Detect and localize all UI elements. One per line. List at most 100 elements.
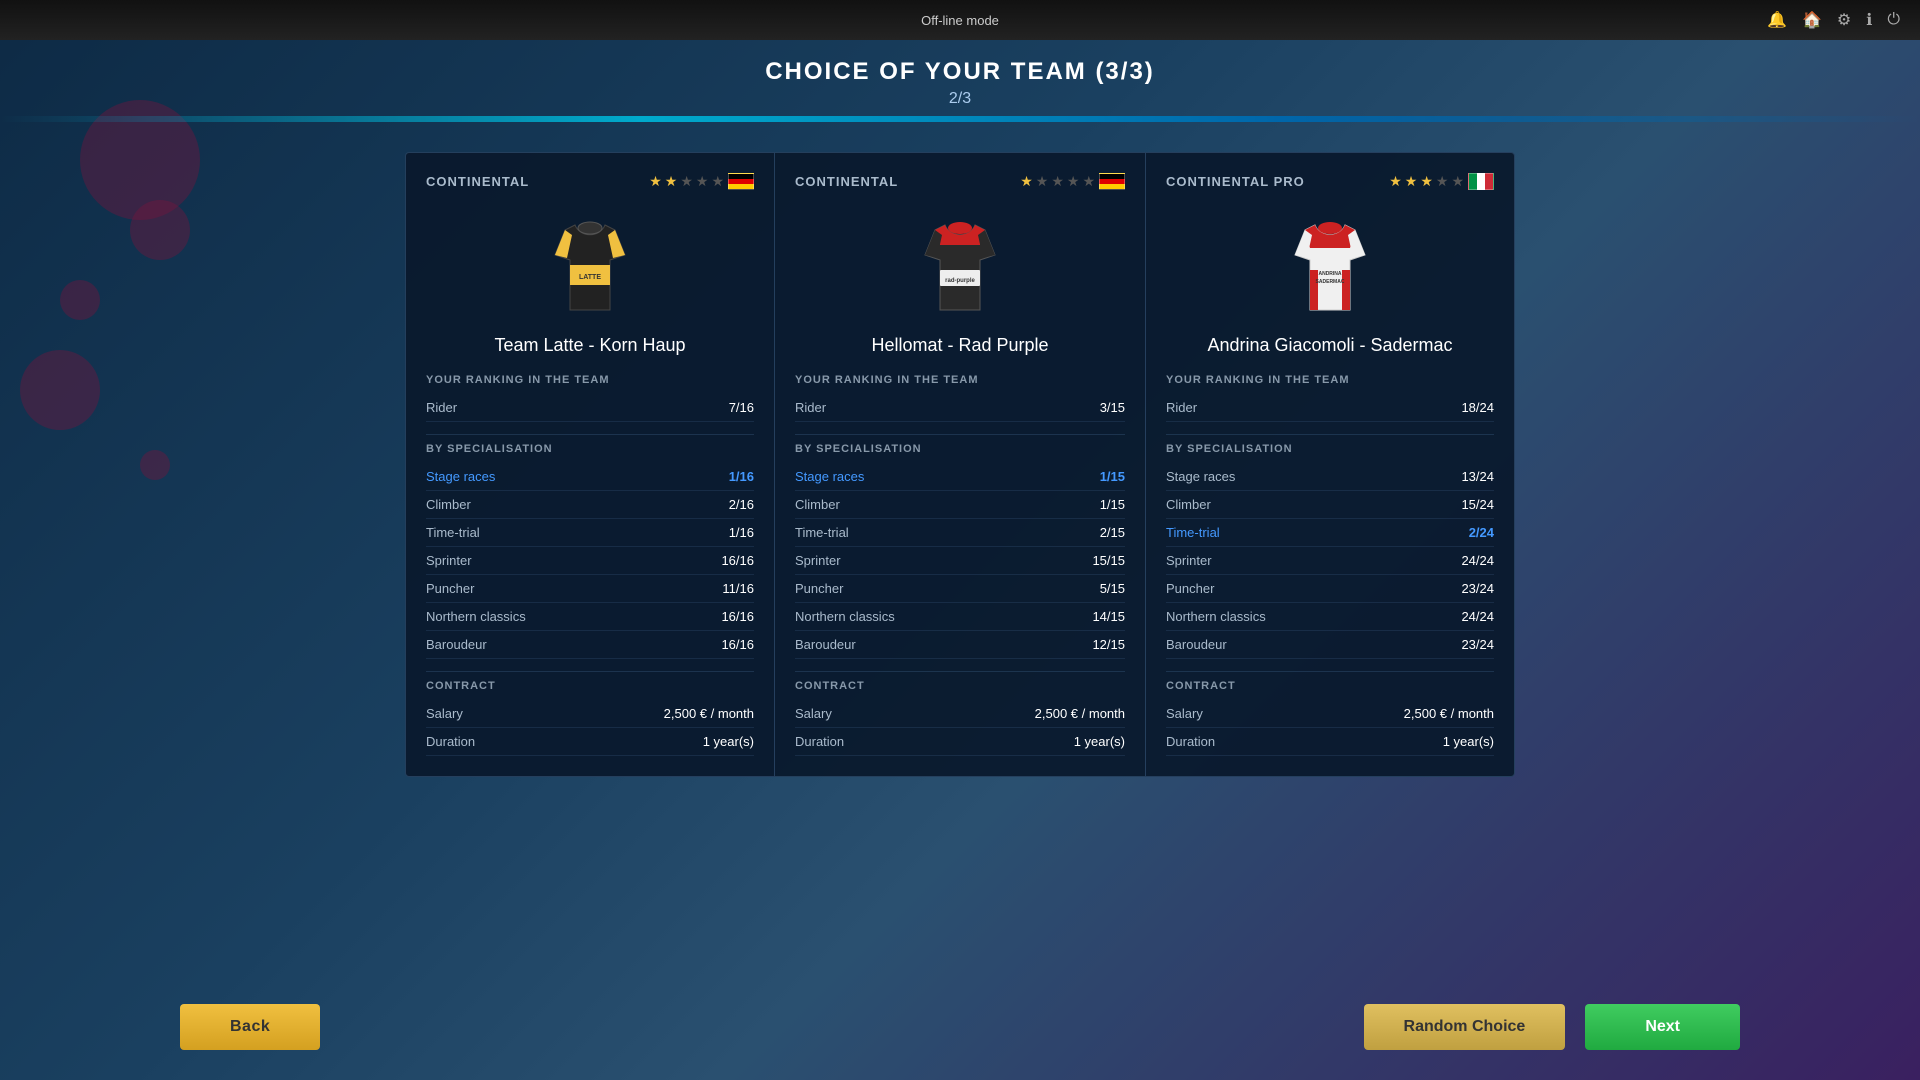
spec-row-1-1: Climber 2/16 [426,491,754,519]
duration-label-2: Duration [795,734,844,749]
jersey-svg-3: ANDRINA SADERMAC [1285,210,1375,320]
spec-label: Puncher [1166,581,1214,596]
spec-label: Stage races [1166,469,1235,484]
duration-value-3: 1 year(s) [1443,734,1494,749]
divider-1a [426,434,754,435]
spec-row-1-0: Stage races 1/16 [426,463,754,491]
svg-text:ANDRINA: ANDRINA [1318,271,1341,277]
spec-value: 5/15 [1100,581,1125,596]
salary-value-3: 2,500 € / month [1404,706,1494,721]
top-bar: Off-line mode 🔔 🏠 ⚙ ℹ ⏻ [0,0,1920,40]
spec-value: 16/16 [721,609,754,624]
spec-row-2-0: Stage races 1/15 [795,463,1125,491]
spec-value: 1/16 [729,525,754,540]
offline-mode-label: Off-line mode [921,13,999,28]
back-button[interactable]: Back [180,1004,320,1050]
spec-label: Puncher [795,581,843,596]
spec-label: Climber [426,497,471,512]
salary-label-2: Salary [795,706,832,721]
salary-label-3: Salary [1166,706,1203,721]
star: ★ [711,173,724,190]
divider-1b [426,671,754,672]
spec-label: Baroudeur [426,637,487,652]
spec-title-1: BY SPECIALISATION [426,443,754,455]
ranking-title-2: YOUR RANKING IN THE TEAM [795,374,1125,386]
spec-label: Time-trial [1166,525,1220,540]
spec-value: 12/15 [1092,637,1125,652]
team-card-1[interactable]: CONTINENTAL ★ ★ ★ ★ ★ [405,152,775,777]
star: ★ [1405,173,1418,190]
spec-value: 23/24 [1461,581,1494,596]
spec-value: 1/15 [1100,469,1125,484]
ranking-title-1: YOUR RANKING IN THE TEAM [426,374,754,386]
spec-title-3: BY SPECIALISATION [1166,443,1494,455]
spec-label: Time-trial [426,525,480,540]
ranking-row-2: Rider 3/15 [795,394,1125,422]
random-choice-button[interactable]: Random Choice [1364,1004,1566,1050]
stars-3: ★ ★ ★ ★ ★ [1389,173,1464,190]
svg-text:SADERMAC: SADERMAC [1316,279,1345,285]
flag-italy-3 [1468,173,1494,190]
rider-label-1: Rider [426,400,457,415]
spec-row-3-2: Time-trial 2/24 [1166,519,1494,547]
spec-value: 14/15 [1092,609,1125,624]
salary-value-1: 2,500 € / month [664,706,754,721]
spec-row-1-4: Puncher 11/16 [426,575,754,603]
spec-row-3-1: Climber 15/24 [1166,491,1494,519]
duration-label-3: Duration [1166,734,1215,749]
star: ★ [1436,173,1449,190]
spec-label: Baroudeur [795,637,856,652]
spec-row-1-5: Northern classics 16/16 [426,603,754,631]
contract-title-3: CONTRACT [1166,680,1494,692]
top-bar-icons: 🔔 🏠 ⚙ ℹ ⏻ [1767,10,1900,30]
svg-text:LATTE: LATTE [579,274,601,281]
spec-label: Time-trial [795,525,849,540]
spec-value: 11/16 [722,581,754,596]
spec-row-2-2: Time-trial 2/15 [795,519,1125,547]
decoration-bar [0,116,1920,122]
spec-label: Baroudeur [1166,637,1227,652]
flag-germany-1 [728,173,754,190]
salary-label-1: Salary [426,706,463,721]
jersey-area-2: rad-purple [795,205,1125,325]
svg-text:rad-purple: rad-purple [945,278,975,284]
title-area: CHOICE OF YOUR TEAM (3/3) 2/3 [0,40,1920,116]
spec-label: Stage races [795,469,864,484]
spec-row-2-5: Northern classics 14/15 [795,603,1125,631]
spec-value: 1/15 [1100,497,1125,512]
spec-value: 2/15 [1100,525,1125,540]
spec-value: 2/24 [1469,525,1494,540]
jersey-svg-1: LATTE [545,210,635,320]
team-cards-container: CONTINENTAL ★ ★ ★ ★ ★ [0,132,1920,797]
star: ★ [1420,173,1433,190]
team-name-3: Andrina Giacomoli - Sadermac [1166,335,1494,356]
spec-value: 13/24 [1461,469,1494,484]
salary-value-2: 2,500 € / month [1035,706,1125,721]
bottom-bar: Back Random Choice Next [0,1004,1920,1050]
bell-icon[interactable]: 🔔 [1767,10,1787,30]
contract-title-2: CONTRACT [795,680,1125,692]
stars-2: ★ ★ ★ ★ ★ [1020,173,1095,190]
divider-3b [1166,671,1494,672]
star: ★ [1082,173,1095,190]
spec-row-3-5: Northern classics 24/24 [1166,603,1494,631]
star: ★ [1020,173,1033,190]
team-card-2[interactable]: CONTINENTAL ★ ★ ★ ★ ★ r [775,152,1145,777]
spec-row-2-4: Puncher 5/15 [795,575,1125,603]
spec-value: 1/16 [729,469,754,484]
info-icon[interactable]: ℹ [1866,10,1872,30]
spec-row-2-3: Sprinter 15/15 [795,547,1125,575]
flag-germany-2 [1099,173,1125,190]
power-icon[interactable]: ⏻ [1887,11,1900,29]
home-icon[interactable]: 🏠 [1802,10,1822,30]
star: ★ [665,173,678,190]
stars-1: ★ ★ ★ ★ ★ [649,173,724,190]
salary-row-1: Salary 2,500 € / month [426,700,754,728]
team-card-3[interactable]: CONTINENTAL PRO ★ ★ ★ ★ ★ [1145,152,1515,777]
spec-label: Stage races [426,469,495,484]
next-button[interactable]: Next [1585,1004,1740,1050]
gear-icon[interactable]: ⚙ [1837,10,1851,30]
salary-row-2: Salary 2,500 € / month [795,700,1125,728]
spec-row-3-0: Stage races 13/24 [1166,463,1494,491]
contract-title-1: CONTRACT [426,680,754,692]
